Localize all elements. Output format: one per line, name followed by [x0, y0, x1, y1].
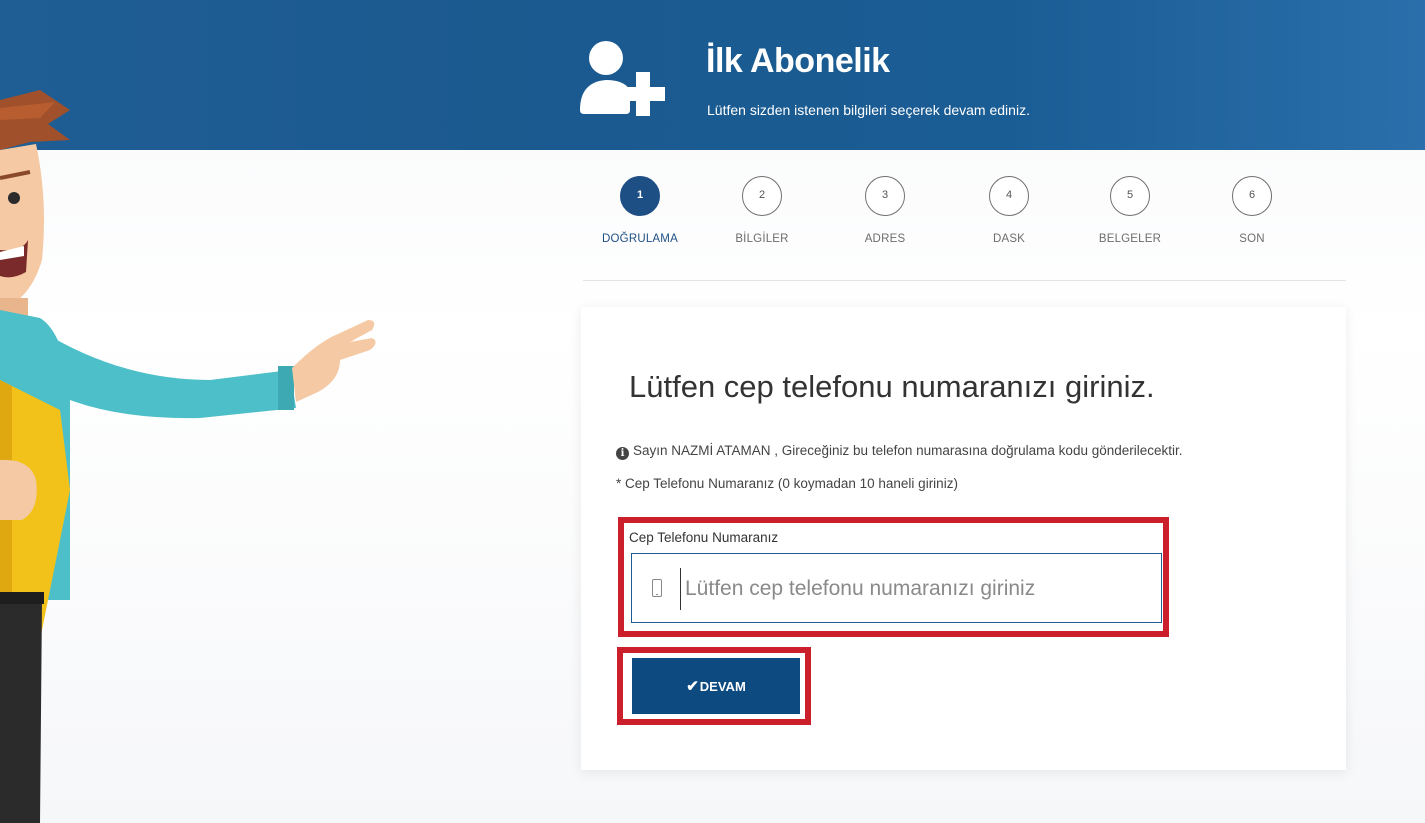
step-number: 6 — [1232, 176, 1272, 216]
cartoon-man-illustration — [0, 90, 376, 823]
step-dask: 4 DASK — [954, 176, 1064, 245]
card-title: Lütfen cep telefonu numaranızı giriniz. — [629, 369, 1155, 404]
step-number: 3 — [865, 176, 905, 216]
info-text: Sayın NAZMİ ATAMAN , Gireceğiniz bu tele… — [633, 443, 1183, 458]
info-icon: i — [616, 447, 629, 460]
stepper-divider — [583, 280, 1346, 281]
step-number: 5 — [1110, 176, 1150, 216]
step-label: DASK — [992, 233, 1026, 245]
step-son: 6 SON — [1197, 176, 1307, 245]
phone-format-note: * Cep Telefonu Numaranız (0 koymadan 10 … — [616, 476, 958, 491]
step-adres: 3 ADRES — [830, 176, 940, 245]
check-icon: ✔ — [686, 678, 699, 695]
phone-field-label: Cep Telefonu Numaranız — [629, 530, 779, 545]
step-belgeler: 5 BELGELER — [1075, 176, 1185, 245]
step-bilgiler: 2 BİLGİLER — [707, 176, 817, 245]
mobile-phone-icon — [652, 579, 662, 597]
step-number: 2 — [742, 176, 782, 216]
info-message: i Sayın NAZMİ ATAMAN , Gireceğiniz bu tel… — [616, 443, 1183, 460]
step-label: BELGELER — [1098, 233, 1162, 245]
progress-stepper: 1 DOĞRULAMA 2 BİLGİLER 3 ADRES 4 DASK 5 … — [592, 176, 1352, 266]
step-number: 1 — [620, 176, 660, 216]
step-label: SON — [1239, 233, 1265, 245]
page-title: İlk Abonelik — [706, 42, 890, 80]
step-label: DOĞRULAMA — [602, 233, 678, 245]
page: İlk Abonelik Lütfen sizden istenen bilgi… — [0, 0, 1425, 823]
devam-button[interactable]: ✔DEVAM — [632, 658, 800, 714]
devam-button-label: DEVAM — [699, 679, 746, 694]
phone-input-group — [631, 553, 1162, 623]
phone-number-input[interactable] — [680, 568, 1157, 610]
add-user-icon — [580, 41, 665, 116]
step-dogrulama: 1 DOĞRULAMA — [585, 176, 695, 245]
phone-verification-card: Lütfen cep telefonu numaranızı giriniz. … — [581, 307, 1346, 770]
step-label: BİLGİLER — [735, 233, 789, 245]
step-number: 4 — [989, 176, 1029, 216]
step-label: ADRES — [864, 233, 906, 245]
page-subtitle: Lütfen sizden istenen bilgileri seçerek … — [707, 102, 1030, 118]
